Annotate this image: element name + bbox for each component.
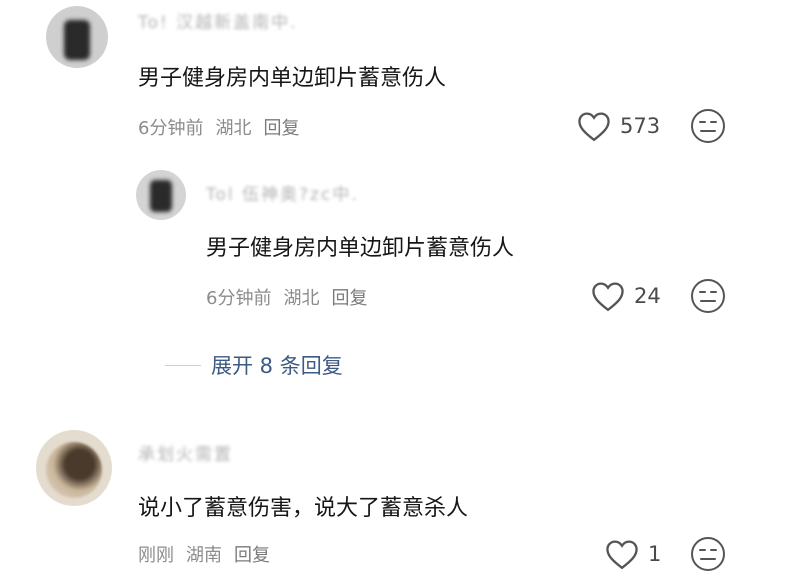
neutral-face-icon <box>691 279 725 313</box>
comment-meta: 刚刚 湖南 回复 <box>138 541 270 567</box>
like-count: 24 <box>634 284 661 308</box>
comment-time: 6分钟前 <box>138 118 204 139</box>
comment-location: 湖北 <box>215 118 252 139</box>
reply-location: 湖北 <box>283 288 320 309</box>
avatar-pixelated-figure <box>150 180 172 212</box>
reply-meta: 6分钟前 湖北 回复 <box>206 284 367 310</box>
dislike-button[interactable] <box>688 534 728 578</box>
expand-replies-label: 展开 8 条回复 <box>211 354 343 378</box>
expand-replies-button[interactable]: 展开 8 条回复 <box>165 350 343 380</box>
like-button[interactable]: 24 <box>590 280 661 312</box>
reply-button[interactable]: 回复 <box>331 284 367 310</box>
reply-text: 男子健身房内单边卸片蓄意伤人 <box>206 236 515 261</box>
heart-outline-icon <box>578 112 610 142</box>
reply-button[interactable]: 回复 <box>263 114 299 140</box>
comment-meta: 6分钟前 湖北 回复 <box>138 114 299 140</box>
like-button[interactable]: 573 <box>576 110 660 142</box>
reply-time: 6分钟前 <box>206 288 272 309</box>
expand-divider-line <box>165 364 201 366</box>
comment-text: 说小了蓄意伤害，说大了蓄意杀人 <box>138 496 469 521</box>
neutral-face-icon <box>691 109 725 143</box>
reply-button[interactable]: 回复 <box>234 541 270 567</box>
heart-outline-icon <box>606 540 638 570</box>
avatar[interactable] <box>46 6 108 68</box>
comment-text: 男子健身房内单边卸片蓄意伤人 <box>138 66 447 91</box>
reply-username[interactable]: Tol 伍神奥?zc中. <box>206 180 359 205</box>
like-button[interactable]: 1 <box>604 538 661 570</box>
dislike-button[interactable] <box>688 106 728 150</box>
dislike-button[interactable] <box>688 276 728 320</box>
like-count: 573 <box>620 114 661 138</box>
comment-location: 湖南 <box>186 545 222 566</box>
avatar-pixelated-figure <box>64 20 90 60</box>
comment-username[interactable]: 承划火需置 <box>138 440 233 465</box>
comment-username[interactable]: To! 汉越新盖南中. <box>138 8 298 33</box>
avatar[interactable] <box>36 430 112 506</box>
reply-avatar[interactable] <box>136 170 186 220</box>
neutral-face-icon <box>691 537 725 571</box>
heart-outline-icon <box>592 282 624 312</box>
comment-time: 刚刚 <box>138 545 174 566</box>
like-count: 1 <box>648 542 662 566</box>
avatar-photo-person <box>46 442 102 498</box>
